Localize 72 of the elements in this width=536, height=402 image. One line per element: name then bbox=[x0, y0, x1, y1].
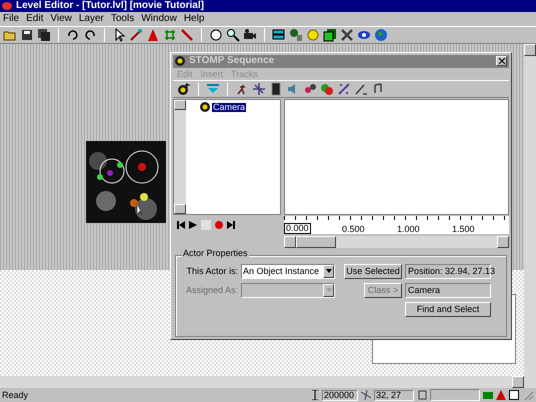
person-add-icon[interactable] bbox=[177, 82, 191, 96]
pencil-icon[interactable] bbox=[354, 82, 368, 96]
menu-item[interactable]: Layer bbox=[78, 14, 104, 24]
checkbox-icon bbox=[509, 390, 519, 400]
app-icon bbox=[2, 2, 12, 10]
resize-grip-icon bbox=[522, 389, 534, 401]
sun-icon[interactable] bbox=[306, 28, 320, 42]
scroll-right-button[interactable] bbox=[497, 236, 509, 248]
name-field: Camera bbox=[405, 282, 491, 298]
horizontal-scrollbar[interactable] bbox=[0, 376, 524, 388]
undo-icon[interactable] bbox=[66, 28, 80, 42]
record-icon[interactable] bbox=[215, 220, 223, 229]
field-label: Assigned As: bbox=[184, 286, 238, 295]
menu-item[interactable]: Help bbox=[184, 14, 204, 24]
scroll-down-button[interactable] bbox=[174, 204, 186, 214]
close-button[interactable] bbox=[496, 56, 507, 66]
save-all-icon[interactable] bbox=[37, 28, 51, 42]
tree-icon[interactable] bbox=[289, 28, 303, 42]
coordinates: 32, 27 bbox=[374, 390, 414, 400]
status-panel bbox=[430, 389, 480, 401]
timeline-scrollbar[interactable] bbox=[284, 236, 509, 248]
pen-icon[interactable] bbox=[180, 28, 194, 42]
vertical-scrollbar[interactable] bbox=[524, 44, 536, 388]
tree-scrollbar[interactable] bbox=[174, 100, 186, 214]
bubbles-icon[interactable] bbox=[320, 82, 334, 96]
close-icon bbox=[498, 58, 504, 64]
camera-icon[interactable] bbox=[243, 28, 257, 42]
field-label: This Actor is: bbox=[185, 266, 238, 276]
eye-icon[interactable] bbox=[357, 28, 371, 42]
menu-item[interactable]: Tools bbox=[110, 14, 134, 24]
actor-type-dropdown[interactable]: An Object Instance bbox=[241, 264, 335, 279]
status-text: Ready bbox=[2, 390, 30, 400]
status-value: 200000 bbox=[322, 390, 358, 400]
menu-item[interactable]: Window bbox=[141, 14, 177, 24]
dropdown-arrow-icon bbox=[326, 288, 332, 292]
skip-start-icon[interactable] bbox=[177, 220, 185, 229]
grid-icon[interactable] bbox=[163, 28, 177, 42]
app-icon bbox=[175, 56, 185, 66]
dropdown-arrow-icon bbox=[326, 269, 332, 274]
cone-icon[interactable] bbox=[146, 28, 160, 42]
cone-icon bbox=[496, 390, 506, 400]
time-label: 1.000 bbox=[396, 224, 421, 234]
save-icon[interactable] bbox=[20, 28, 34, 42]
scroll-right-button[interactable] bbox=[512, 376, 524, 388]
wand-icon[interactable] bbox=[129, 28, 143, 42]
percent-icon[interactable] bbox=[337, 82, 351, 96]
sparkle-icon[interactable] bbox=[252, 82, 266, 96]
use-selected-button[interactable]: Use Selected bbox=[344, 264, 402, 279]
menu-item[interactable]: File bbox=[3, 14, 20, 24]
window-title: STOMP Sequence bbox=[189, 56, 276, 66]
stack-icon[interactable] bbox=[272, 28, 286, 42]
height-icon bbox=[311, 390, 319, 400]
time-label: 1.500 bbox=[451, 224, 476, 234]
scroll-thumb[interactable] bbox=[296, 236, 336, 248]
tree-item[interactable]: Camera bbox=[212, 102, 246, 112]
menu-item[interactable]: View bbox=[50, 14, 72, 24]
scroll-left-button[interactable] bbox=[284, 236, 296, 248]
magnifier-icon[interactable] bbox=[226, 28, 240, 42]
film-icon[interactable] bbox=[269, 82, 283, 96]
find-and-select-button[interactable]: Find and Select bbox=[405, 302, 491, 317]
menu-item[interactable]: Edit bbox=[26, 14, 44, 24]
time-label: 0.500 bbox=[341, 224, 366, 234]
group-title: Actor Properties bbox=[182, 248, 249, 258]
camera-actor-icon bbox=[200, 102, 210, 112]
time-label: 0.000 bbox=[284, 222, 311, 234]
window-title: Level Editor - [Tutor.lvl] [movie Tutorial] bbox=[16, 1, 204, 11]
skip-end-icon[interactable] bbox=[227, 220, 235, 229]
play-icon[interactable] bbox=[189, 220, 197, 229]
page-icon[interactable] bbox=[323, 28, 337, 42]
scroll-up-button[interactable] bbox=[524, 44, 536, 56]
redo-icon[interactable] bbox=[83, 28, 97, 42]
scroll-up-button[interactable] bbox=[174, 100, 186, 110]
